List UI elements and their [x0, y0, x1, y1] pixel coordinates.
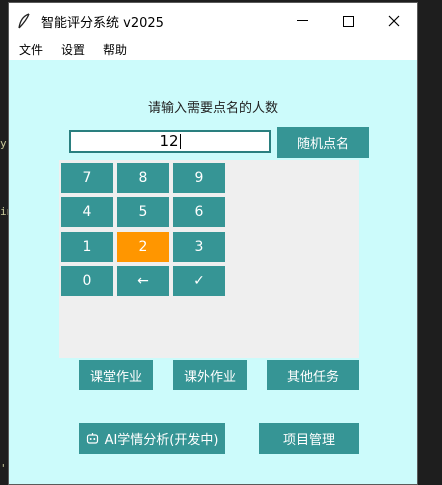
title-bar[interactable]: 智能评分系统 v2025: [9, 3, 417, 39]
minimize-icon[interactable]: [279, 3, 325, 39]
menu-settings[interactable]: 设置: [51, 41, 93, 58]
key-7[interactable]: 7: [61, 163, 113, 193]
close-icon[interactable]: [371, 3, 417, 39]
backspace-key[interactable]: ←: [117, 266, 169, 296]
window-title: 智能评分系统 v2025: [41, 15, 164, 31]
project-management-button[interactable]: 项目管理: [259, 423, 359, 454]
key-4[interactable]: 4: [61, 197, 113, 227]
maximize-icon[interactable]: [325, 3, 371, 39]
app-window: 智能评分系统 v2025 文件 设置 帮助 请输入需要点名的人数 12 随机点名…: [8, 2, 418, 485]
key-6[interactable]: 6: [173, 197, 225, 227]
keypad: 7 8 9 4 5 6 1 2 3 0 ← ✓: [59, 160, 359, 358]
homework-button[interactable]: 课外作业: [173, 360, 247, 390]
menu-bar: 文件 设置 帮助: [9, 39, 417, 60]
count-input[interactable]: 12: [69, 130, 271, 153]
key-3[interactable]: 3: [173, 232, 225, 262]
confirm-key[interactable]: ✓: [173, 266, 225, 296]
background-editor-text-1: y: [0, 137, 7, 150]
menu-help[interactable]: 帮助: [93, 41, 135, 58]
key-5[interactable]: 5: [117, 197, 169, 227]
background-editor-text-3: ': [0, 462, 7, 475]
key-1[interactable]: 1: [61, 232, 113, 262]
menu-file[interactable]: 文件: [9, 41, 51, 58]
key-9[interactable]: 9: [173, 163, 225, 193]
key-0[interactable]: 0: [61, 266, 113, 296]
random-call-button[interactable]: 随机点名: [277, 127, 369, 158]
ai-analysis-label: AI学情分析(开发中): [104, 433, 219, 448]
count-input-value: 12: [159, 132, 179, 150]
key-8[interactable]: 8: [117, 163, 169, 193]
robot-icon: [86, 432, 99, 445]
count-prompt-label: 请输入需要点名的人数: [147, 101, 278, 116]
other-tasks-button[interactable]: 其他任务: [267, 360, 359, 390]
key-2[interactable]: 2: [117, 232, 169, 262]
classwork-button[interactable]: 课堂作业: [79, 360, 153, 390]
ai-analysis-button[interactable]: AI学情分析(开发中): [79, 423, 225, 454]
feather-icon: [15, 12, 33, 30]
